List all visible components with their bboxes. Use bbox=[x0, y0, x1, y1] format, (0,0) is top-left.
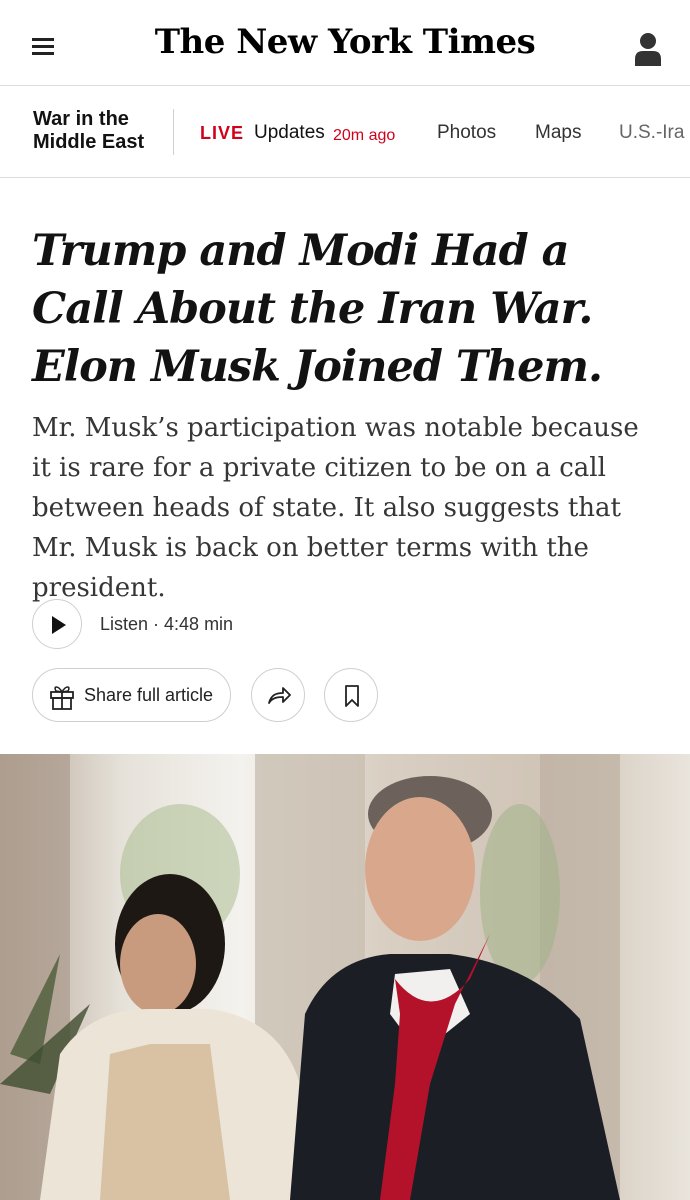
share-button[interactable] bbox=[251, 668, 305, 722]
section-title[interactable]: War in the Middle East bbox=[33, 108, 144, 154]
share-arrow-icon bbox=[268, 687, 291, 704]
section-title-line1: War in the bbox=[33, 108, 129, 130]
nav-photos[interactable]: Photos bbox=[437, 122, 496, 144]
listen-duration: Listen · 4:48 min bbox=[100, 614, 234, 634]
section-title-line2: Middle East bbox=[33, 131, 145, 153]
updated-timestamp: 20m ago bbox=[333, 127, 396, 144]
masthead: The New York Times bbox=[0, 0, 690, 86]
live-badge[interactable]: LIVE bbox=[200, 122, 244, 144]
share-full-article-button[interactable]: Share full article bbox=[32, 668, 231, 722]
nyt-logo[interactable]: The New York Times bbox=[0, 22, 690, 62]
play-icon bbox=[52, 616, 66, 634]
article-headline: Trump and Modi Had a Call About the Iran… bbox=[32, 226, 603, 392]
section-nav: War in the Middle East LIVE Updates 20m … bbox=[0, 87, 690, 178]
play-audio-button[interactable] bbox=[32, 599, 82, 649]
divider bbox=[173, 109, 174, 155]
nav-updates[interactable]: Updates bbox=[254, 122, 325, 144]
share-label: Share full article bbox=[84, 685, 214, 705]
nav-us-iran[interactable]: U.S.-Ira bbox=[619, 122, 684, 144]
gift-icon bbox=[50, 686, 74, 710]
article-lead-photo[interactable] bbox=[0, 754, 690, 1200]
account-icon[interactable] bbox=[634, 32, 662, 66]
bookmark-icon bbox=[345, 685, 359, 707]
bookmark-button[interactable] bbox=[324, 668, 378, 722]
nav-maps[interactable]: Maps bbox=[535, 122, 581, 144]
article-summary: Mr. Musk’s participation was notable bec… bbox=[32, 413, 639, 603]
